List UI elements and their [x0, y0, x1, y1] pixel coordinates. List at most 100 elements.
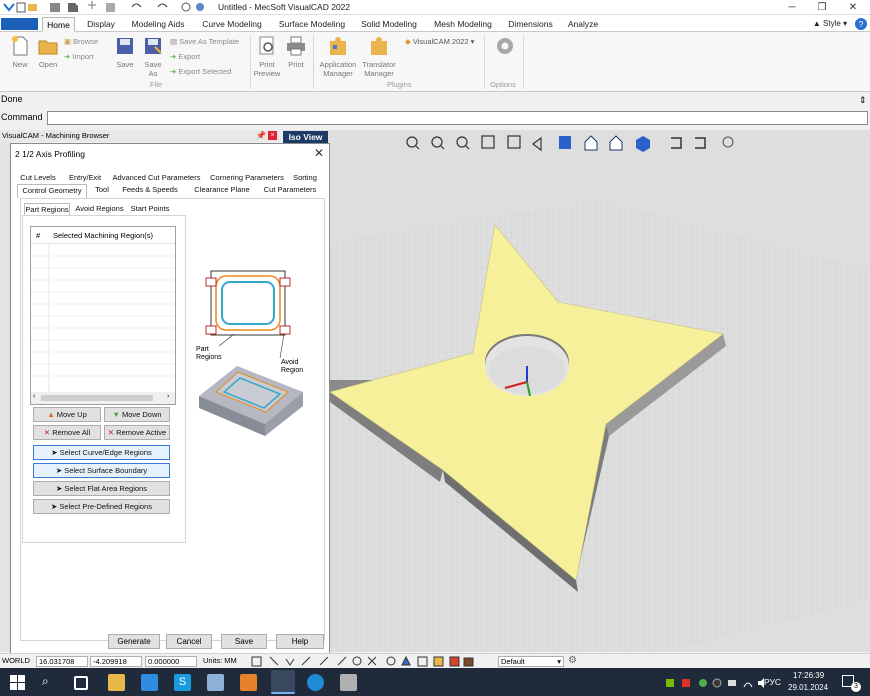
edge-icon[interactable] — [307, 674, 324, 691]
save-as-template-label: Save As Template — [179, 37, 240, 46]
visualcam-menu[interactable]: ◆ VisualCAM 2022 ▾ — [405, 36, 474, 47]
tab-curve-modeling[interactable]: Curve Modeling — [197, 17, 267, 32]
scroll-thumb[interactable] — [41, 395, 153, 401]
translator-manager-button[interactable]: Translator Manager — [361, 35, 397, 78]
restore-icon[interactable]: ❐ — [807, 0, 837, 15]
tab-solid-modeling[interactable]: Solid Modeling — [355, 17, 423, 32]
z-coordinate-field[interactable]: 0.000000 — [145, 656, 197, 667]
settings-gear-icon[interactable]: ⚙ — [568, 655, 577, 666]
dialog-close-icon[interactable]: ✕ — [314, 146, 324, 160]
remove-active-icon: ✕ — [107, 428, 117, 437]
tab-mesh-modeling[interactable]: Mesh Modeling — [428, 17, 498, 32]
close-window-icon[interactable]: ✕ — [838, 0, 868, 15]
list-horizontal-scrollbar[interactable]: ‹ › — [31, 392, 175, 404]
print-preview-label-2: Preview — [253, 69, 281, 78]
skype-icon[interactable]: S — [174, 674, 191, 691]
snap-toolbar[interactable] — [250, 655, 495, 668]
command-input[interactable] — [47, 111, 868, 125]
remove-all-button[interactable]: ✕ Remove All — [33, 425, 101, 440]
avoid-region-callout-line-1: Avoid — [281, 359, 299, 366]
system-tray[interactable] — [664, 677, 774, 689]
export-selected-button[interactable]: ➜ Export Selected — [170, 66, 231, 77]
options-group-label: Options — [490, 80, 516, 89]
clock-time[interactable]: 17:26:39 — [793, 671, 824, 680]
app-icon[interactable] — [207, 674, 224, 691]
tab-cornering-parameters[interactable]: Cornering Parameters — [207, 172, 287, 184]
print-button[interactable]: Print — [283, 35, 309, 69]
clock-date[interactable]: 29.01.2024 — [788, 683, 828, 692]
app-icon[interactable] — [340, 674, 357, 691]
select-predefined-button[interactable]: ➤ Select Pre-Defined Regions — [33, 499, 170, 514]
tab-clearance-plane[interactable]: Clearance Plane — [191, 184, 253, 196]
remove-active-button[interactable]: ✕ Remove Active — [104, 425, 170, 440]
select-curve-edge-button[interactable]: ➤ Select Curve/Edge Regions — [33, 445, 170, 460]
cancel-button[interactable]: Cancel — [166, 634, 212, 649]
select-flat-area-button[interactable]: ➤ Select Flat Area Regions — [33, 481, 170, 496]
save-button[interactable]: Save — [112, 35, 138, 69]
tab-tool[interactable]: Tool — [90, 184, 114, 196]
tab-feeds-speeds[interactable]: Feeds & Speeds — [120, 184, 180, 196]
visualcad-taskbar-icon[interactable] — [271, 670, 295, 694]
scroll-left-icon[interactable]: ‹ — [33, 393, 35, 400]
file-explorer-icon[interactable] — [108, 674, 125, 691]
tab-modeling-aids[interactable]: Modeling Aids — [126, 17, 190, 32]
ribbon-separator — [313, 35, 314, 89]
move-up-button[interactable]: ▲ Move Up — [33, 407, 101, 422]
language-indicator[interactable]: РУС — [764, 677, 781, 687]
list-header-regions: Selected Machining Region(s) — [53, 231, 154, 240]
task-view-icon[interactable] — [74, 676, 88, 690]
help-icon[interactable]: ? — [855, 18, 867, 30]
ribbon: New Open ▣ Browse ➜ Import Save Save As … — [0, 32, 870, 92]
application-manager-button[interactable]: Application Manager — [317, 35, 359, 78]
tab-advanced-cut-parameters[interactable]: Advanced Cut Parameters — [109, 172, 204, 184]
help-button[interactable]: Help — [276, 634, 324, 649]
tab-home[interactable]: Home — [42, 17, 75, 32]
windows-start-icon[interactable] — [9, 674, 26, 691]
regions-list[interactable]: # Selected Machining Region(s) ‹ › — [30, 226, 176, 405]
move-down-button[interactable]: ▼ Move Down — [104, 407, 170, 422]
select-surface-boundary-button[interactable]: ➤ Select Surface Boundary — [33, 463, 170, 478]
tab-surface-modeling[interactable]: Surface Modeling — [274, 17, 350, 32]
status-bar: WORLD 16.031708 -4.209918 0.000000 Units… — [0, 653, 870, 668]
y-coordinate-field[interactable]: -4.209918 — [90, 656, 142, 667]
export-button[interactable]: ➜ Export — [170, 51, 200, 62]
save-as-template-button[interactable]: ▤ Save As Template — [170, 36, 239, 47]
save-as-button[interactable]: Save As — [140, 35, 166, 78]
browse-button[interactable]: ▣ Browse — [64, 36, 98, 47]
store-icon[interactable] — [141, 674, 158, 691]
options-button[interactable] — [492, 35, 518, 60]
down-arrow-icon: ▼ — [112, 410, 122, 419]
print-preview-button[interactable]: Print Preview — [253, 35, 281, 78]
layer-dropdown[interactable]: Default ▾ — [498, 656, 564, 667]
generate-button[interactable]: Generate — [108, 634, 160, 649]
tab-entry-exit[interactable]: Entry/Exit — [64, 172, 106, 184]
file-menu-button[interactable] — [1, 18, 38, 30]
tab-cut-parameters[interactable]: Cut Parameters — [261, 184, 319, 196]
search-icon[interactable]: ⌕ — [42, 674, 59, 691]
3d-viewport[interactable] — [283, 130, 870, 652]
save-dialog-button[interactable]: Save — [221, 634, 267, 649]
app-icon[interactable] — [240, 674, 257, 691]
layer-value: Default — [501, 657, 525, 666]
new-button[interactable]: New — [7, 35, 33, 69]
minimize-icon[interactable]: ─ — [777, 0, 807, 15]
tab-control-geometry[interactable]: Control Geometry — [17, 184, 87, 198]
scroll-right-icon[interactable]: › — [167, 393, 169, 400]
tab-sorting[interactable]: Sorting — [290, 172, 320, 184]
app-menu-icon[interactable] — [2, 1, 42, 13]
list-header-index: # — [36, 231, 41, 240]
x-coordinate-field[interactable]: 16.031708 — [36, 656, 88, 667]
status-scroll-icon[interactable]: ⇕ — [859, 95, 867, 106]
tab-dimensions[interactable]: Dimensions — [503, 17, 558, 32]
style-menu[interactable]: ▲ Style ▾ — [810, 17, 850, 32]
tab-analyze[interactable]: Analyze — [563, 17, 603, 32]
quick-access-toolbar[interactable] — [48, 1, 208, 13]
tab-cut-levels[interactable]: Cut Levels — [17, 172, 59, 184]
browser-close-icon[interactable]: × — [268, 131, 277, 140]
status-message: Done — [0, 92, 870, 107]
import-button[interactable]: ➜ Import — [64, 51, 94, 62]
pin-icon[interactable]: 📌 — [256, 131, 266, 140]
tab-display[interactable]: Display — [80, 17, 122, 32]
open-button[interactable]: Open — [35, 35, 61, 69]
move-up-label: Move Up — [56, 410, 87, 419]
